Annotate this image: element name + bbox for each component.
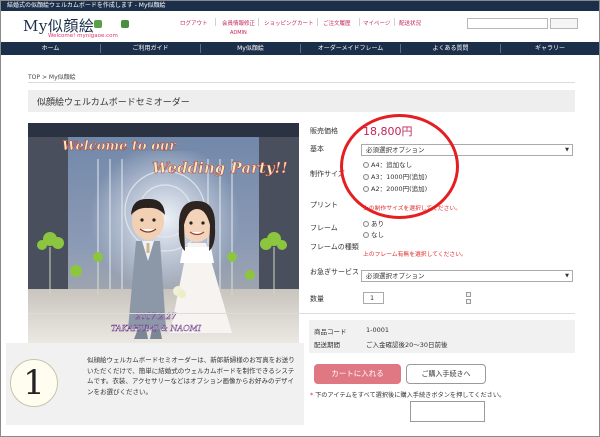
chevron-down-icon: ▼: [565, 147, 569, 153]
site-header: My似顔絵 Welcome! mynigaoe.com ログアウト 会員情報修正…: [1, 11, 599, 42]
main-nav-my-nigaoe[interactable]: My似顔絵: [201, 42, 300, 55]
page-title: 似顔絵ウェルカムボードセミオーダー: [37, 98, 190, 108]
header-divider: [258, 18, 259, 26]
nav-member-info[interactable]: 会員情報修正: [222, 19, 255, 27]
search-button[interactable]: [550, 18, 578, 29]
main-nav-home[interactable]: ホーム: [1, 42, 100, 55]
frame-type-label: フレームの種類: [310, 243, 359, 251]
price-label: 販売価格: [310, 127, 338, 135]
top-strip-text: 結婚式の似顔絵ウェルカムボードを作成します - My似顔絵: [7, 2, 166, 9]
breadcrumb-current: My似顔絵: [48, 74, 76, 81]
main-nav-custom-frame[interactable]: オーダーメイドフレーム: [301, 42, 400, 55]
breadcrumb-separator: >: [41, 74, 47, 81]
nav-shipping[interactable]: 配送状況: [399, 19, 421, 27]
board-heading-line1: Welcome to our: [62, 139, 177, 154]
site-tagline: Welcome! mynigaoe.com: [48, 33, 118, 39]
quantity-increase-button[interactable]: [466, 292, 471, 297]
breadcrumb: TOP > My似顔絵: [28, 72, 76, 81]
nav-logout[interactable]: ログアウト: [180, 19, 208, 27]
radio-button[interactable]: [363, 232, 369, 238]
checkout-note-text: 下のアイテムをすべて選択後に購入手続きボタンを押してください。: [315, 392, 506, 399]
highlight-annotation-circle: [340, 114, 459, 219]
header-divider: [359, 18, 360, 26]
frog-mascot-icon-2: [121, 20, 129, 28]
product-image: Welcome to our Wedding Party!! 2017.2.27…: [28, 123, 299, 349]
nav-mypage[interactable]: マイページ: [363, 19, 390, 27]
product-description: 似顔絵ウェルカムボードセミオーダーは、新郎新婦様のお写真をお送りいただくだけで、…: [87, 356, 295, 396]
search-input[interactable]: [467, 18, 548, 29]
quantity-input[interactable]: 1: [363, 292, 384, 304]
quantity-label: 数量: [310, 295, 324, 303]
welcome-board-illustration: Welcome to our Wedding Party!! 2017.2.27…: [28, 123, 299, 349]
frame-option-no[interactable]: なし: [363, 229, 384, 239]
step-number: 1: [10, 359, 58, 407]
section-divider: [28, 313, 575, 314]
product-code-value: 1-0001: [366, 326, 390, 334]
breadcrumb-divider: [28, 82, 575, 83]
frog-mascot-icon: [94, 20, 102, 28]
header-divider: [215, 18, 216, 26]
board-names: TAKAHUMI & NAOMI: [111, 324, 202, 333]
frame-warning: 上のフレーム有無を選択してください。: [363, 252, 467, 258]
rush-option-value: 必須選択オプション: [366, 272, 425, 280]
header-divider: [317, 18, 318, 26]
frame-option-yes[interactable]: あり: [363, 218, 384, 228]
delivery-period-value: ご入金確認後20〜30日前後: [366, 341, 448, 349]
checkout-note: * 下のアイテムをすべて選択後に購入手続きボタンを押してください。: [310, 390, 505, 399]
nav-order-history[interactable]: ご注文履歴: [323, 19, 351, 27]
print-label: プリント: [310, 201, 338, 209]
frame-option-no-label: なし: [371, 231, 384, 239]
nav-cart[interactable]: ショッピングカート: [264, 19, 314, 27]
frame-label: フレーム: [310, 224, 338, 232]
board-heading-line2: Wedding Party!!: [152, 159, 288, 177]
product-code-label: 商品コード: [314, 328, 347, 336]
header-divider: [394, 18, 395, 26]
main-nav-guide[interactable]: ご利用ガイド: [101, 42, 200, 55]
main-nav: ホーム ご利用ガイド My似顔絵 オーダーメイドフレーム よくある質問 ギャラリ…: [1, 42, 599, 55]
breadcrumb-top[interactable]: TOP: [28, 74, 40, 81]
rush-label: お急ぎサービス: [310, 268, 359, 276]
chevron-down-icon: ▼: [565, 273, 569, 279]
radio-button[interactable]: [363, 221, 369, 227]
frame-option-yes-label: あり: [371, 220, 384, 228]
main-nav-gallery[interactable]: ギャラリー: [501, 42, 599, 55]
add-to-cart-button[interactable]: カートに入れる: [314, 364, 401, 384]
rush-option-select[interactable]: 必須選択オプション ▼: [361, 270, 573, 282]
note-asterisk: *: [310, 392, 314, 399]
quantity-decrease-button[interactable]: [466, 299, 471, 304]
main-nav-faq[interactable]: よくある質問: [401, 42, 500, 55]
checkout-field[interactable]: [410, 401, 485, 422]
page-title-bar: 似顔絵ウェルカムボードセミオーダー: [28, 90, 575, 112]
product-info-box: 商品コード 1-0001 配送期間 ご入金確認後20〜30日前後: [309, 320, 575, 353]
delivery-period-label: 配送期間: [314, 341, 340, 349]
top-strip: 結婚式の似顔絵ウェルカムボードを作成します - My似顔絵: [1, 1, 599, 11]
admin-badge: ADMIN: [230, 30, 247, 36]
proceed-to-checkout-button[interactable]: ご購入手続きへ: [406, 364, 486, 384]
basic-label: 基本: [310, 145, 324, 153]
